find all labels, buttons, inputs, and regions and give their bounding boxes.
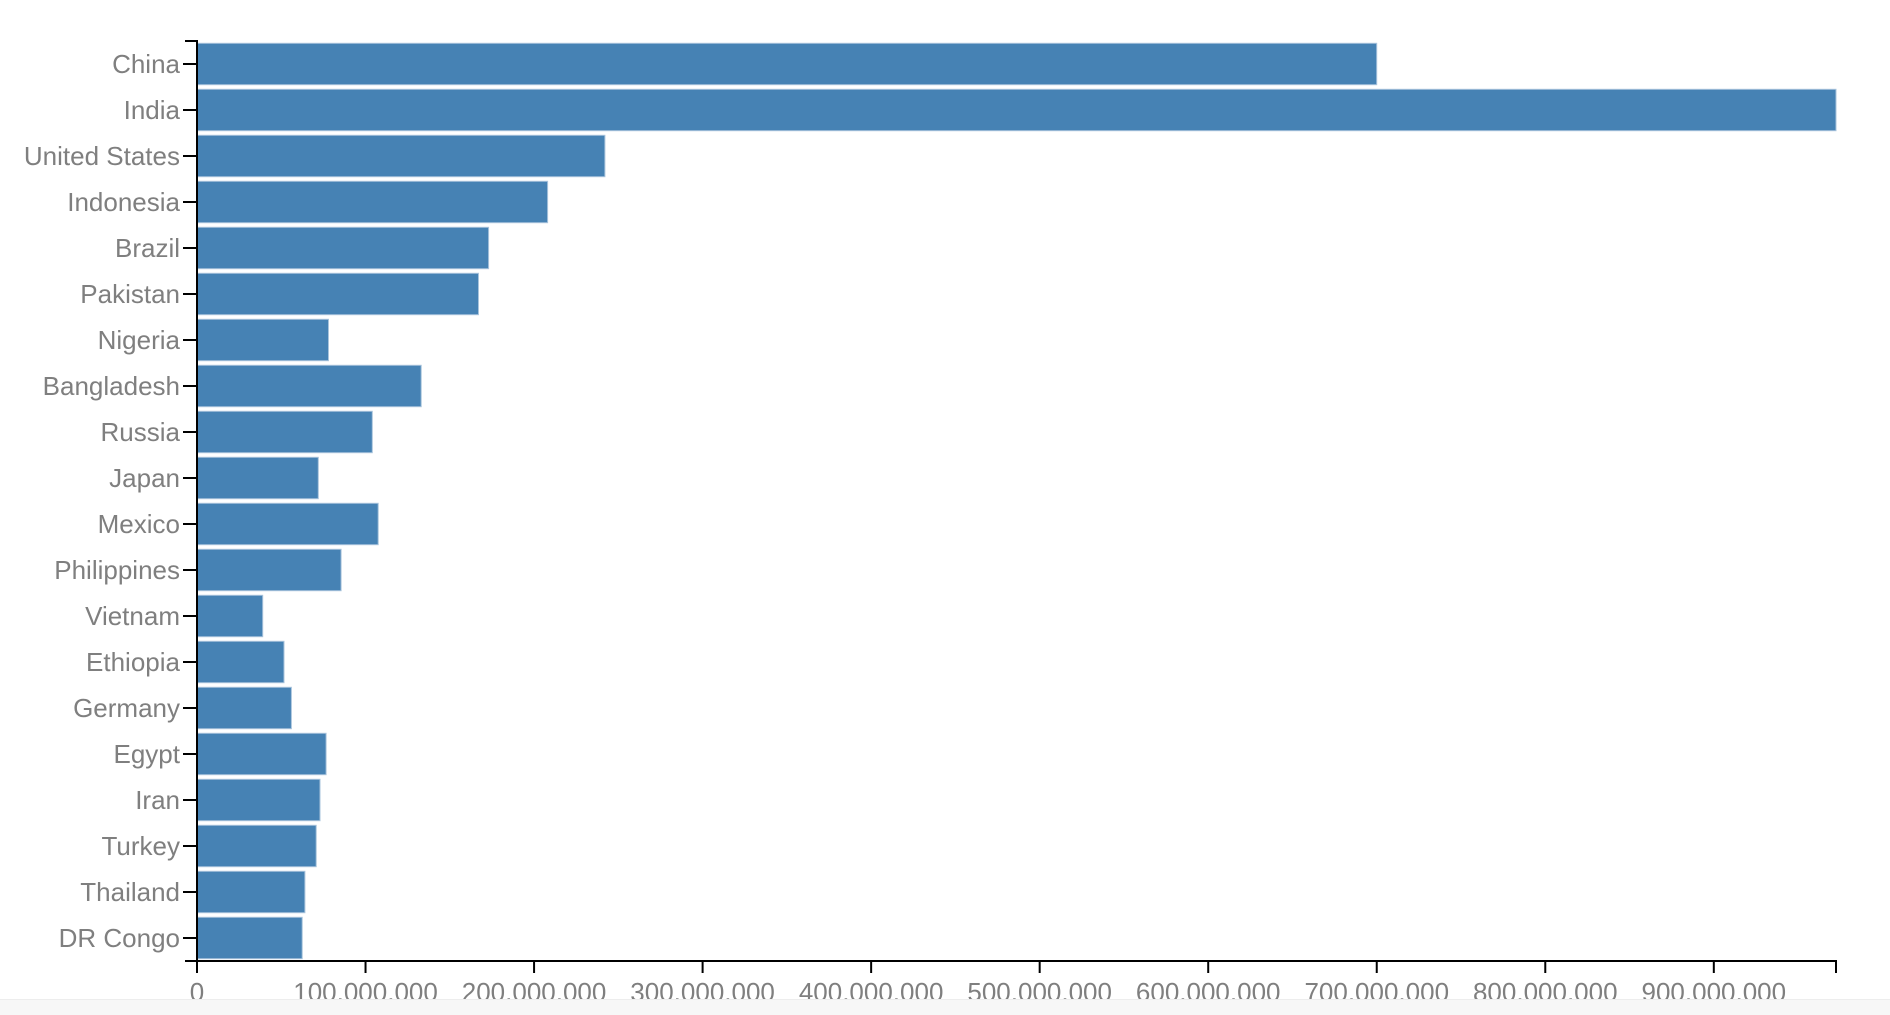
bar-pakistan	[196, 272, 479, 316]
bar-egypt	[196, 732, 327, 776]
y-tick-label: Thailand	[80, 877, 180, 907]
y-tick-label: China	[112, 49, 180, 79]
y-tick-label: Philippines	[54, 555, 180, 585]
y-tick-label: Brazil	[115, 233, 180, 263]
y-tick-label: Ethiopia	[86, 647, 180, 677]
bars-group	[196, 42, 1837, 960]
bar-turkey	[196, 824, 317, 868]
y-tick-label: United States	[24, 141, 180, 171]
bar-thailand	[196, 870, 306, 914]
y-tick-label: Iran	[135, 785, 180, 815]
bar-dr-congo	[196, 916, 303, 960]
y-tick-label: Russia	[101, 417, 181, 447]
bar-indonesia	[196, 180, 549, 224]
bottom-strip	[0, 999, 1890, 1015]
y-tick-label: Bangladesh	[43, 371, 180, 401]
bar-chart: China India United States Indonesia Brazil Pa…	[24, 40, 1837, 1007]
bar-iran	[196, 778, 321, 822]
y-tick-label: Pakistan	[80, 279, 180, 309]
bar-germany	[196, 686, 292, 730]
bar-japan	[196, 456, 319, 500]
bar-bangladesh	[196, 364, 422, 408]
y-axis-line	[185, 40, 198, 962]
y-axis: China India United States Indonesia Brazil Pa…	[24, 40, 198, 962]
y-tick-label: Indonesia	[67, 187, 180, 217]
y-tick-label: Nigeria	[98, 325, 181, 355]
y-tick-label: Egypt	[114, 739, 181, 769]
bar-russia	[196, 410, 373, 454]
bar-india	[196, 88, 1837, 132]
y-tick-label: India	[124, 95, 181, 125]
bar-china	[196, 42, 1378, 86]
bar-ethiopia	[196, 640, 285, 684]
y-tick-label: Vietnam	[85, 601, 180, 631]
bar-mexico	[196, 502, 379, 546]
y-tick-label: Japan	[109, 463, 180, 493]
y-tick-label: Germany	[73, 693, 180, 723]
bar-united-states	[196, 134, 606, 178]
y-tick-label: Turkey	[102, 831, 181, 861]
bar-vietnam	[196, 594, 264, 638]
x-axis-line	[196, 960, 1837, 973]
y-tick-label: DR Congo	[59, 923, 180, 953]
bar-philippines	[196, 548, 342, 592]
bar-nigeria	[196, 318, 329, 362]
y-tick-label: Mexico	[98, 509, 180, 539]
bar-brazil	[196, 226, 490, 270]
